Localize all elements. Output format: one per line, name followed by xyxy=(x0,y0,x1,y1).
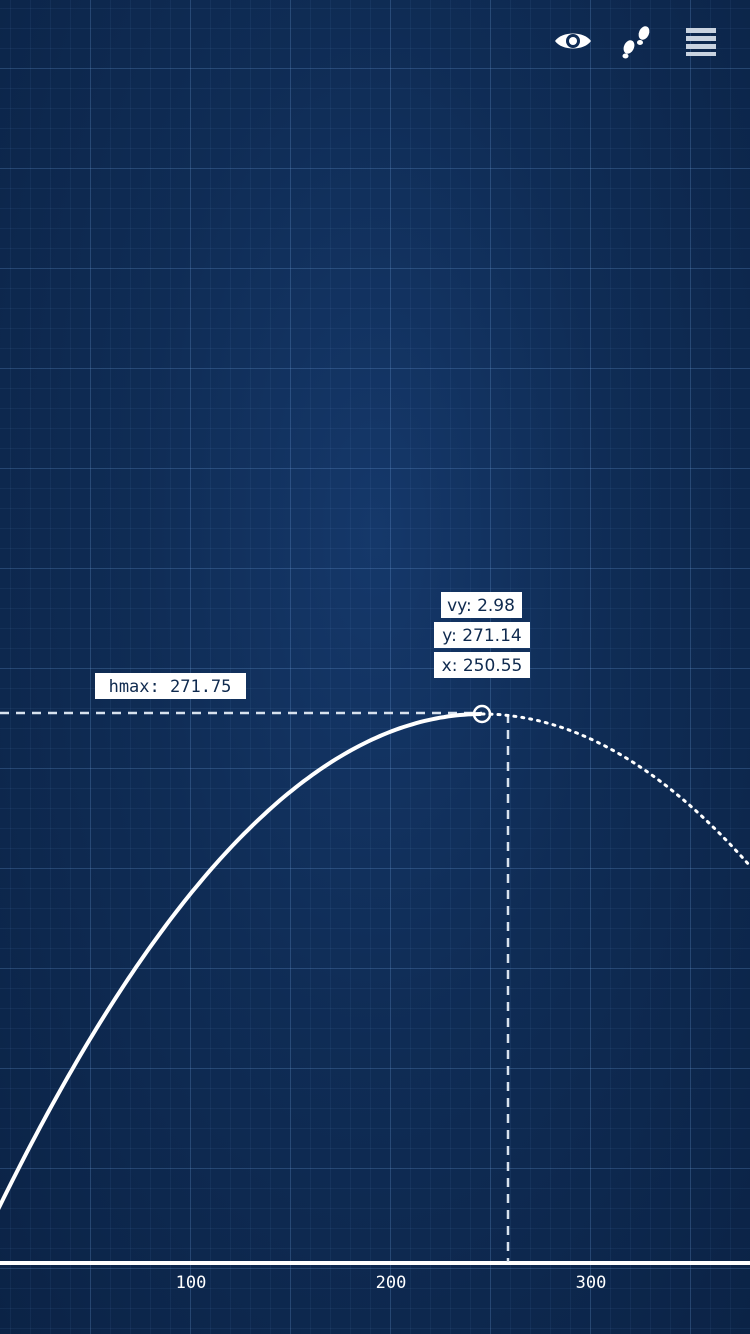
x-tick-100: 100 xyxy=(176,1273,207,1293)
readout-x: x: 250.55 xyxy=(434,652,530,678)
toolbar xyxy=(550,18,724,64)
simulation-canvas[interactable]: 100 200 300 hmax: 271.75 vy: 2.98 y: 271… xyxy=(0,0,750,1334)
trajectory-traveled xyxy=(0,712,482,1211)
x-tick-200: 200 xyxy=(376,1273,407,1293)
trajectory-plot[interactable]: 100 200 300 hmax: 271.75 vy: 2.98 y: 271… xyxy=(0,0,750,1334)
trajectory-predicted xyxy=(480,712,750,869)
footprints-icon xyxy=(622,26,650,59)
readout-x-text: x: 250.55 xyxy=(442,656,523,676)
readout-y: y: 271.14 xyxy=(434,622,530,648)
eye-icon xyxy=(555,33,591,49)
readout-y-text: y: 271.14 xyxy=(442,626,521,646)
menu-button[interactable] xyxy=(678,18,724,64)
visibility-button[interactable] xyxy=(550,18,596,64)
readout-vy: vy: 2.98 xyxy=(441,592,522,618)
trail-button[interactable] xyxy=(614,18,660,64)
hmax-label: hmax: 271.75 xyxy=(95,673,246,699)
x-tick-300: 300 xyxy=(576,1273,607,1293)
menu-icon xyxy=(686,28,716,56)
hmax-label-text: hmax: 271.75 xyxy=(109,677,232,697)
readout-vy-text: vy: 2.98 xyxy=(447,596,515,616)
